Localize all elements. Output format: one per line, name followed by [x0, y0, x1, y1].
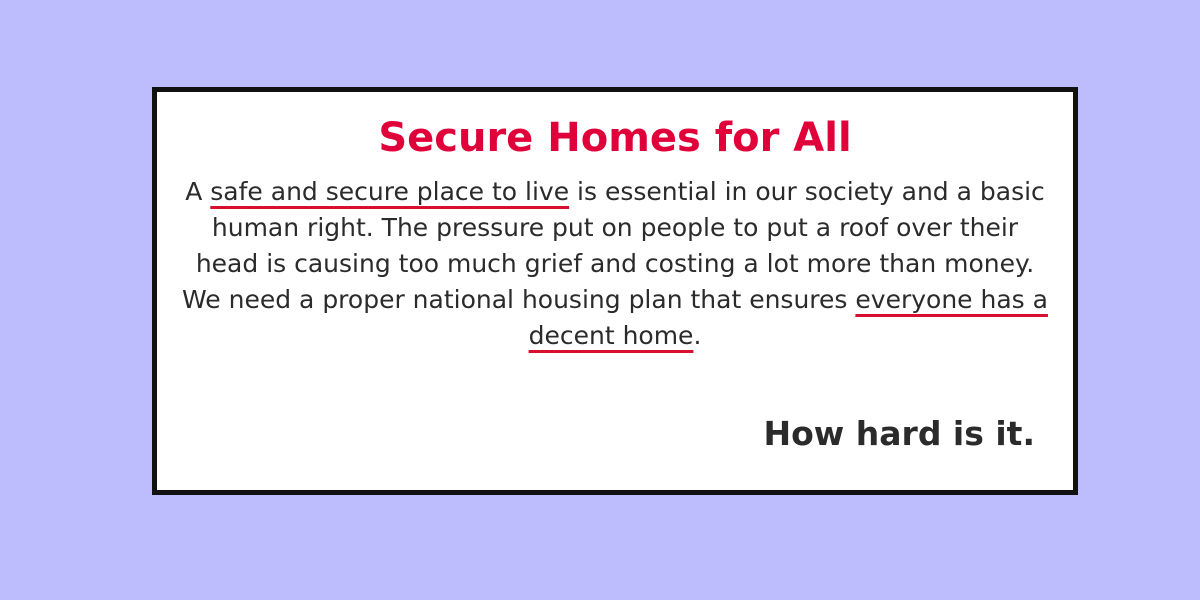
body-text-part-1: A [185, 177, 211, 206]
highlight-safe-place: safe and secure place to live [210, 177, 570, 206]
message-card: Secure Homes for All A safe and secure p… [152, 87, 1078, 495]
body-paragraph: A safe and secure place to live is essen… [177, 174, 1053, 354]
tagline: How hard is it. [763, 414, 1035, 453]
card-title: Secure Homes for All [378, 115, 852, 161]
body-text-part-3: . [693, 321, 702, 350]
